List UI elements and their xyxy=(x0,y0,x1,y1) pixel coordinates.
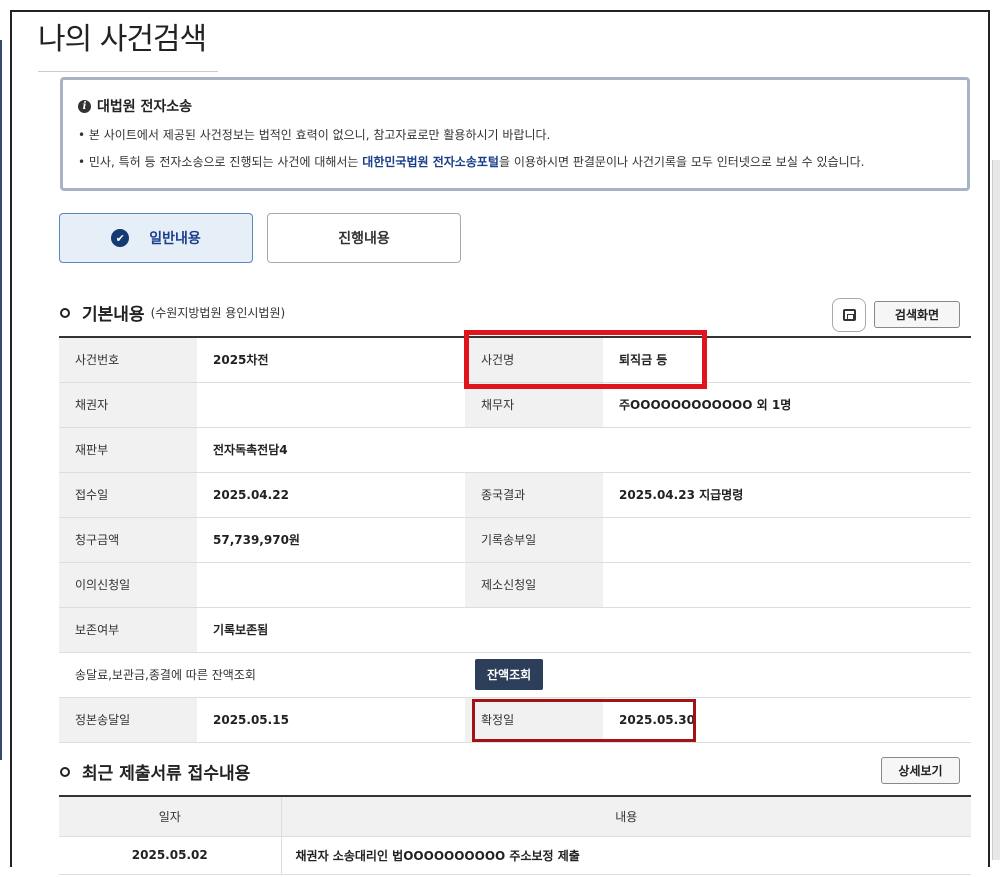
title-divider xyxy=(38,71,218,72)
doc-content: 채권자 소송대리인 법OOOOOOOOOO 주소보정 제출 xyxy=(281,836,971,875)
notice-line-2-suffix: 을 이용하시면 판결문이나 사건기록을 모두 인터넷으로 보실 수 있습니다. xyxy=(498,155,865,169)
doc-date: 2025.05.02 xyxy=(59,836,282,875)
bullet-icon xyxy=(60,307,70,318)
tab-general-label: 일반내용 xyxy=(149,231,201,247)
row-label: 이의신청일 xyxy=(59,562,197,608)
row-label: 사건번호 xyxy=(59,337,197,383)
recent-title-text: 최근 제출서류 접수내용 xyxy=(82,764,251,784)
row-value: 2025차전 xyxy=(197,337,465,383)
notice-line-2: • 민사, 특허 등 전자소송으로 진행되는 사건에 대해서는 대한민국법원 전… xyxy=(78,153,952,170)
row-label: 송달료,보관금,종결에 따른 잔액조회 xyxy=(59,652,465,698)
table-row: 보존여부 기록보존됨 xyxy=(59,607,971,653)
table-row: 이의신청일 제소신청일 xyxy=(59,562,971,608)
tab-progress-label: 진행내용 xyxy=(338,231,390,247)
tab-progress[interactable]: 진행내용 xyxy=(267,213,461,263)
court-name: (수원지방법원 용인시법원) xyxy=(150,306,286,320)
column-header-date: 일자 xyxy=(59,796,282,837)
row-value: 57,739,970원 xyxy=(197,517,465,563)
row-value xyxy=(197,562,465,608)
print-button[interactable] xyxy=(832,298,866,332)
e-litigation-portal-link[interactable]: 대한민국법원 전자소송포털 xyxy=(362,155,499,169)
left-edge xyxy=(0,40,2,760)
row-value: 2025.05.15 xyxy=(197,697,465,743)
info-icon: i xyxy=(78,99,91,113)
check-icon: ✔ xyxy=(111,229,130,247)
recent-section-title: 최근 제출서류 접수내용 xyxy=(60,759,250,784)
row-value: 기록보존됨 xyxy=(197,607,971,653)
row-value xyxy=(603,562,971,608)
highlight-confirmed-date xyxy=(472,699,696,742)
notice-box: i 대법원 전자소송 • 본 사이트에서 제공된 사건정보는 법적인 효력이 없… xyxy=(60,77,970,191)
scrollbar[interactable] xyxy=(992,160,1000,860)
page-title: 나의 사건검색 xyxy=(38,22,207,57)
notice-heading: i 대법원 전자소송 xyxy=(78,96,952,116)
search-screen-button[interactable]: 검색화면 xyxy=(874,301,960,328)
table-row: 송달료,보관금,종결에 따른 잔액조회 잔액조회 xyxy=(59,652,971,698)
notice-line-2-prefix: • 민사, 특허 등 전자소송으로 진행되는 사건에 대해서는 xyxy=(78,155,363,169)
row-label: 채권자 xyxy=(59,382,197,428)
row-label: 청구금액 xyxy=(59,517,197,563)
row-label: 접수일 xyxy=(59,472,197,518)
recent-docs-table: 일자 내용 2025.05.02 채권자 소송대리인 법OOOOOOOOOO 주… xyxy=(59,795,971,875)
print-icon xyxy=(842,309,856,321)
balance-inquiry-button[interactable]: 잔액조회 xyxy=(475,659,544,690)
row-label: 기록송부일 xyxy=(465,517,603,563)
table-row: 접수일 2025.04.22 종국결과 2025.04.23 지급명령 xyxy=(59,472,971,518)
table-row: 2025.05.02 채권자 소송대리인 법OOOOOOOOOO 주소보정 제출 xyxy=(59,836,971,875)
row-value: 2025.04.22 xyxy=(197,472,465,518)
column-header-content: 내용 xyxy=(281,796,971,837)
detail-view-button[interactable]: 상세보기 xyxy=(881,757,960,784)
row-value xyxy=(197,382,465,428)
table-header-row: 일자 내용 xyxy=(59,796,971,837)
tab-general[interactable]: ✔ 일반내용 xyxy=(59,213,253,263)
row-label: 보존여부 xyxy=(59,607,197,653)
row-value: 전자독촉전담4 xyxy=(197,427,971,473)
row-label: 제소신청일 xyxy=(465,562,603,608)
basic-title-text: 기본내용 xyxy=(82,305,145,325)
row-value: 2025.04.23 지급명령 xyxy=(603,472,971,518)
notice-line-1: • 본 사이트에서 제공된 사건정보는 법적인 효력이 없으니, 참고자료로만 … xyxy=(78,128,551,142)
highlight-case-name xyxy=(464,330,707,389)
row-label: 종국결과 xyxy=(465,472,603,518)
basic-section-title: 기본내용 (수원지방법원 용인시법원) xyxy=(60,300,285,325)
row-label: 재판부 xyxy=(59,427,197,473)
bullet-icon xyxy=(60,766,70,777)
basic-info-table: 사건번호 2025차전 사건명 퇴직금 등 채권자 채무자 주OOOOOOOOO… xyxy=(59,336,971,743)
row-value: 잔액조회 xyxy=(465,652,971,698)
row-value xyxy=(603,517,971,563)
table-row: 재판부 전자독촉전담4 xyxy=(59,427,971,473)
row-label: 정본송달일 xyxy=(59,697,197,743)
table-row: 청구금액 57,739,970원 기록송부일 xyxy=(59,517,971,563)
notice-heading-text: 대법원 전자소송 xyxy=(97,99,193,115)
